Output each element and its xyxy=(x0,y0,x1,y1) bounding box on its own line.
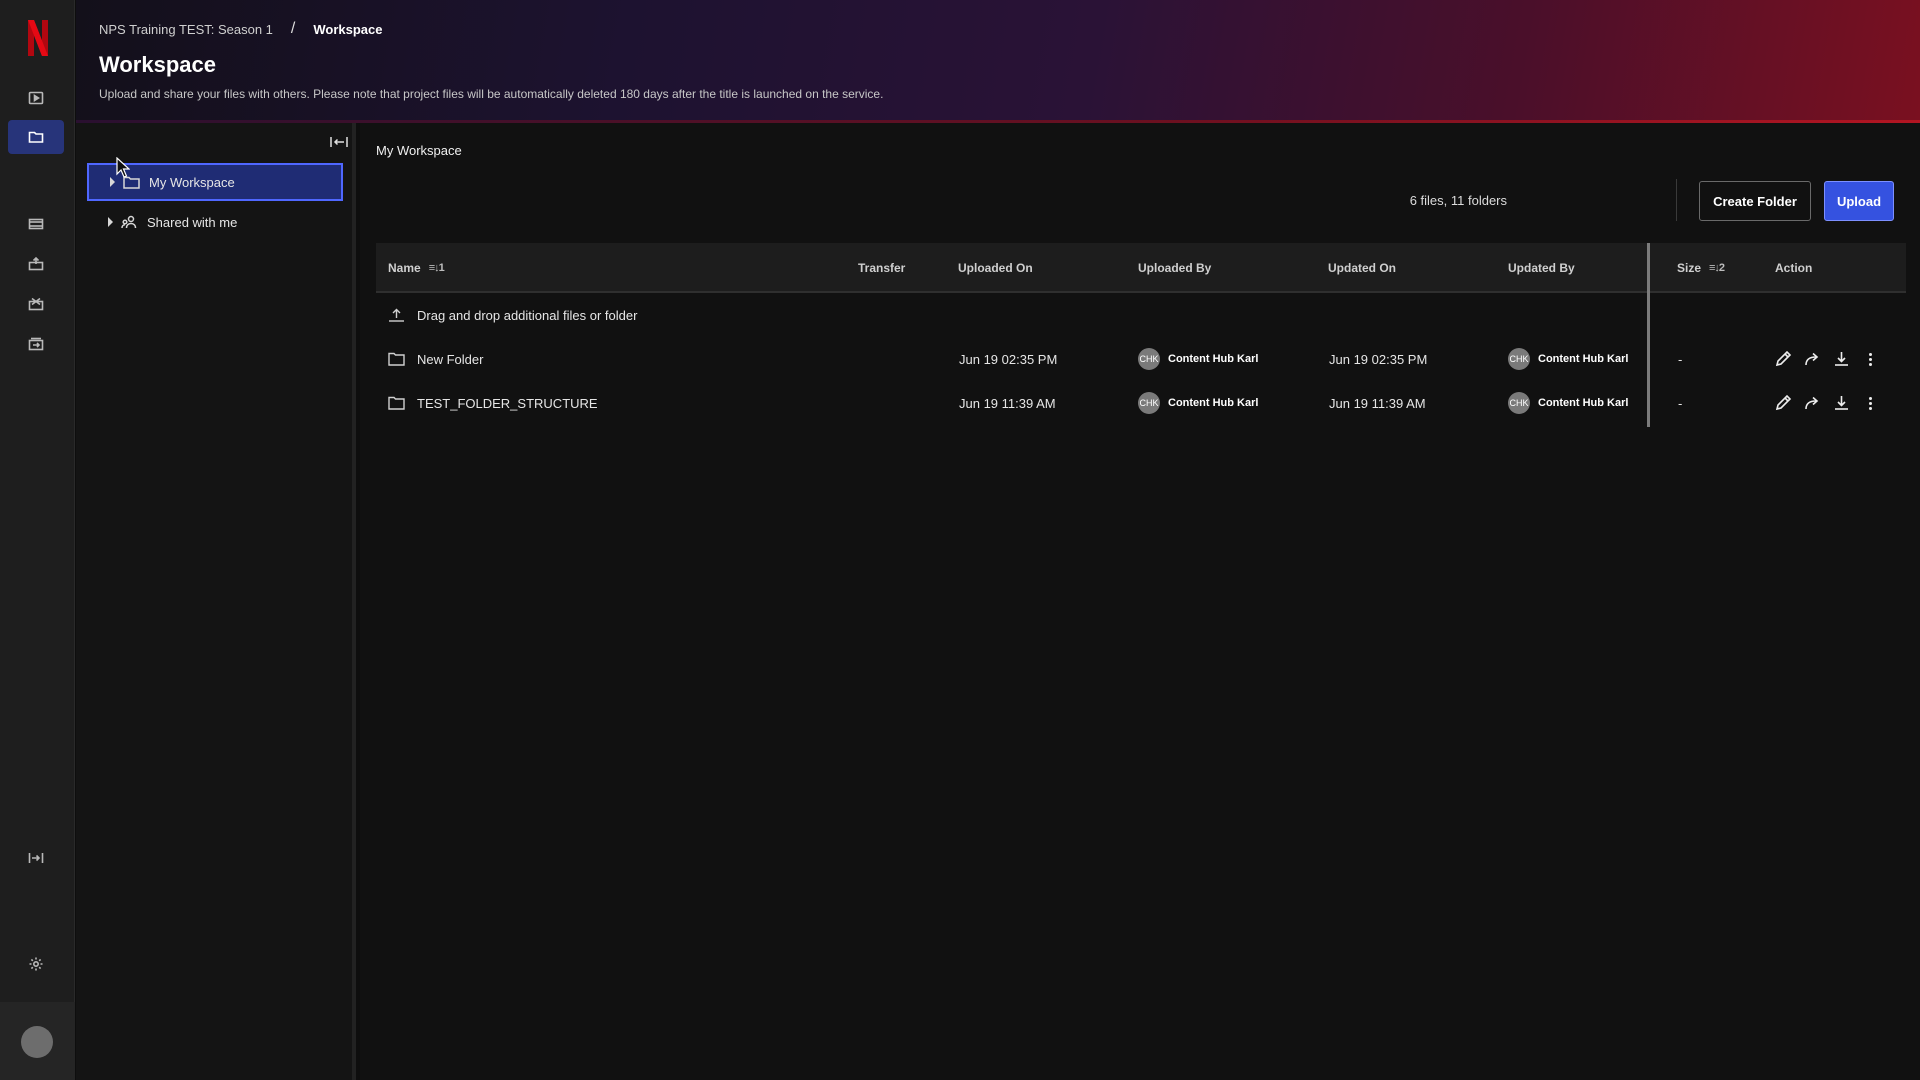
folder-icon xyxy=(388,352,405,366)
breadcrumb-separator: / xyxy=(290,20,296,37)
column-header-updated-on[interactable]: Updated On xyxy=(1328,243,1396,293)
rail-media-button[interactable] xyxy=(8,81,64,115)
column-label: Action xyxy=(1775,261,1813,275)
row-updated-on: Jun 19 11:39 AM xyxy=(1329,395,1426,411)
column-header-updated-by[interactable]: Updated By xyxy=(1508,243,1575,293)
upload-icon xyxy=(389,308,404,322)
item-count: 6 files, 11 folders xyxy=(1409,193,1507,208)
dropzone-text: Drag and drop additional files or folder xyxy=(417,307,638,323)
rail-settings-button[interactable] xyxy=(8,947,64,981)
rail-film-button[interactable] xyxy=(8,207,64,241)
column-label: Size xyxy=(1677,261,1702,275)
table-row[interactable]: New Folder Jun 19 02:35 PM CHK Content H… xyxy=(376,337,1906,381)
breadcrumb-parent-link[interactable]: NPS Training TEST: Season 1 xyxy=(99,22,273,37)
row-uploaded-by: Content Hub Karl xyxy=(1168,397,1259,409)
tree-item-shared-with-me[interactable]: Shared with me xyxy=(87,203,343,241)
rail-inbox-button[interactable] xyxy=(8,247,64,281)
sort-icon[interactable]: ≡↓2 xyxy=(1709,262,1725,274)
breadcrumb-current: Workspace xyxy=(313,21,383,37)
row-actions xyxy=(1774,381,1880,425)
collapse-panel-icon xyxy=(330,137,348,147)
main-content: My Workspace 6 files, 11 folders Create … xyxy=(360,123,1920,1080)
expand-caret-icon[interactable] xyxy=(108,217,113,227)
column-header-uploaded-on[interactable]: Uploaded On xyxy=(958,243,1033,293)
row-name[interactable]: New Folder xyxy=(417,352,483,367)
edit-pencil-icon[interactable] xyxy=(1774,394,1793,412)
column-header-action: Action xyxy=(1775,243,1812,293)
column-resize-handle[interactable] xyxy=(1647,243,1650,427)
left-rail xyxy=(0,0,75,1080)
share-icon[interactable] xyxy=(1803,394,1822,412)
sort-icon[interactable]: ≡↓1 xyxy=(429,262,445,274)
collapse-tree-button[interactable] xyxy=(329,133,349,151)
row-updated-by: Content Hub Karl xyxy=(1538,397,1629,409)
avatar[interactable] xyxy=(21,1026,53,1058)
column-label: Uploaded On xyxy=(958,261,1033,275)
gear-icon xyxy=(29,957,43,971)
edit-pencil-icon[interactable] xyxy=(1774,350,1793,368)
expand-panel-icon xyxy=(28,853,44,863)
files-table: Name ≡↓1 Transfer Uploaded On Uploaded B… xyxy=(376,243,1906,425)
expand-caret-icon[interactable] xyxy=(110,177,115,187)
inbox-upload-icon xyxy=(28,256,44,271)
user-avatar-chip: CHK xyxy=(1138,392,1160,414)
user-avatar-chip: CHK xyxy=(1508,348,1530,370)
table-row[interactable]: TEST_FOLDER_STRUCTURE Jun 19 11:39 AM CH… xyxy=(376,381,1906,425)
more-options-icon[interactable] xyxy=(1861,350,1880,368)
user-avatar-chip: CHK xyxy=(1508,392,1530,414)
package-icon xyxy=(28,297,44,311)
page-title: Workspace xyxy=(99,52,216,77)
column-label: Uploaded By xyxy=(1138,261,1212,275)
column-header-size[interactable]: Size ≡↓2 xyxy=(1677,243,1725,293)
play-square-icon xyxy=(28,91,44,105)
rail-workspace-button[interactable] xyxy=(8,120,64,154)
row-actions xyxy=(1774,337,1880,381)
row-size: - xyxy=(1678,351,1683,367)
rail-delivery-button[interactable] xyxy=(8,327,64,361)
folder-icon xyxy=(28,131,44,143)
upload-button[interactable]: Upload xyxy=(1824,181,1894,221)
column-label: Transfer xyxy=(858,261,906,275)
section-title: My Workspace xyxy=(376,143,462,158)
rail-expand-button[interactable] xyxy=(8,841,64,875)
column-header-transfer[interactable]: Transfer xyxy=(858,243,905,293)
column-header-uploaded-by[interactable]: Uploaded By xyxy=(1138,243,1211,293)
film-icon xyxy=(28,218,44,230)
shared-users-icon xyxy=(121,215,137,228)
page-subtitle: Upload and share your files with others.… xyxy=(99,87,884,101)
row-updated-on: Jun 19 02:35 PM xyxy=(1329,351,1428,367)
breadcrumb: NPS Training TEST: Season 1 / Workspace xyxy=(99,20,383,38)
download-icon[interactable] xyxy=(1832,394,1851,412)
user-avatar-chip: CHK xyxy=(1138,348,1160,370)
share-icon[interactable] xyxy=(1803,350,1822,368)
column-label: Updated On xyxy=(1328,261,1396,275)
netflix-logo[interactable] xyxy=(26,18,50,58)
rail-package-button[interactable] xyxy=(8,287,64,321)
tree-item-label: My Workspace xyxy=(149,174,235,190)
row-size: - xyxy=(1678,395,1683,411)
mouse-cursor-icon xyxy=(116,157,130,178)
row-uploaded-on: Jun 19 02:35 PM xyxy=(959,351,1058,367)
dropzone-row[interactable]: Drag and drop additional files or folder xyxy=(376,293,1906,337)
create-folder-button[interactable]: Create Folder xyxy=(1699,181,1811,221)
column-header-name[interactable]: Name ≡↓1 xyxy=(388,243,445,293)
row-uploaded-on: Jun 19 11:39 AM xyxy=(959,395,1056,411)
delivery-icon xyxy=(28,337,44,351)
folder-tree-panel: My Workspace Shared with me xyxy=(76,123,356,1080)
more-options-icon[interactable] xyxy=(1861,394,1880,412)
column-label: Updated By xyxy=(1508,261,1575,275)
row-updated-by: Content Hub Karl xyxy=(1538,353,1629,365)
tree-item-label: Shared with me xyxy=(147,214,238,230)
row-name[interactable]: TEST_FOLDER_STRUCTURE xyxy=(417,396,598,411)
column-label: Name xyxy=(388,261,421,275)
download-icon[interactable] xyxy=(1832,350,1851,368)
folder-icon xyxy=(388,396,405,410)
header-banner: NPS Training TEST: Season 1 / Workspace … xyxy=(76,0,1920,123)
toolbar-divider xyxy=(1676,179,1677,221)
row-uploaded-by: Content Hub Karl xyxy=(1168,353,1259,365)
table-header: Name ≡↓1 Transfer Uploaded On Uploaded B… xyxy=(376,243,1906,293)
